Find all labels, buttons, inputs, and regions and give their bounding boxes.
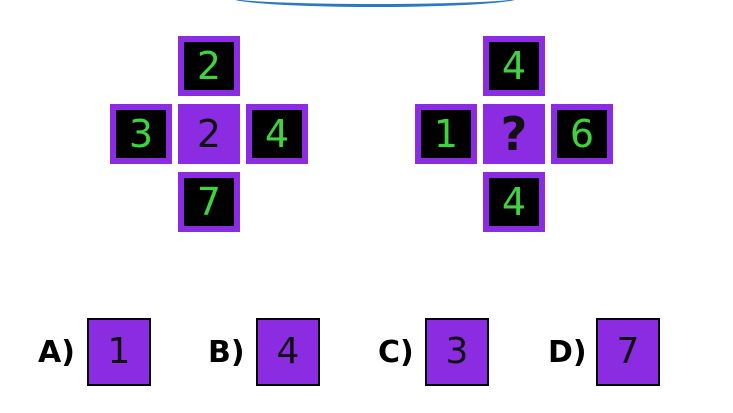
right-cross-bottom-cell: 4 [483,172,545,232]
left-cross-top-number: 2 [196,44,222,88]
option-c-value: 3 [445,331,469,372]
option-b-box[interactable]: 4 [256,318,320,386]
left-cross-center-number: 2 [196,112,222,156]
question-mark-icon: ? [500,107,528,161]
right-cross-right-cell: 6 [551,104,613,164]
option-d-box[interactable]: 7 [596,318,660,386]
left-cross-left-cell: 3 [110,104,172,164]
option-a-value: 1 [107,331,131,372]
decorative-top-arc [230,0,520,7]
right-cross-right-number: 6 [569,112,595,156]
option-c-box[interactable]: 3 [425,318,489,386]
left-cross-bottom-number: 7 [196,180,222,224]
option-b-letter: B) [208,335,245,370]
left-cross-left-number: 3 [128,112,154,156]
right-cross-left-cell: 1 [415,104,477,164]
option-b-value: 4 [276,331,300,372]
left-cross-top-cell: 2 [178,36,240,96]
left-cross-right-number: 4 [264,112,290,156]
left-cross-center-cell: 2 [178,104,240,164]
right-cross-center-cell: ? [483,104,545,164]
option-d-value: 7 [616,331,640,372]
option-a-box[interactable]: 1 [87,318,151,386]
right-cross-left-number: 1 [433,112,459,156]
option-a-letter: A) [38,335,75,370]
option-d-letter: D) [548,335,587,370]
right-cross-top-number: 4 [501,44,527,88]
left-cross-right-cell: 4 [246,104,308,164]
option-c-letter: C) [378,335,414,370]
right-cross-bottom-number: 4 [501,180,527,224]
left-cross-bottom-cell: 7 [178,172,240,232]
right-cross-top-cell: 4 [483,36,545,96]
